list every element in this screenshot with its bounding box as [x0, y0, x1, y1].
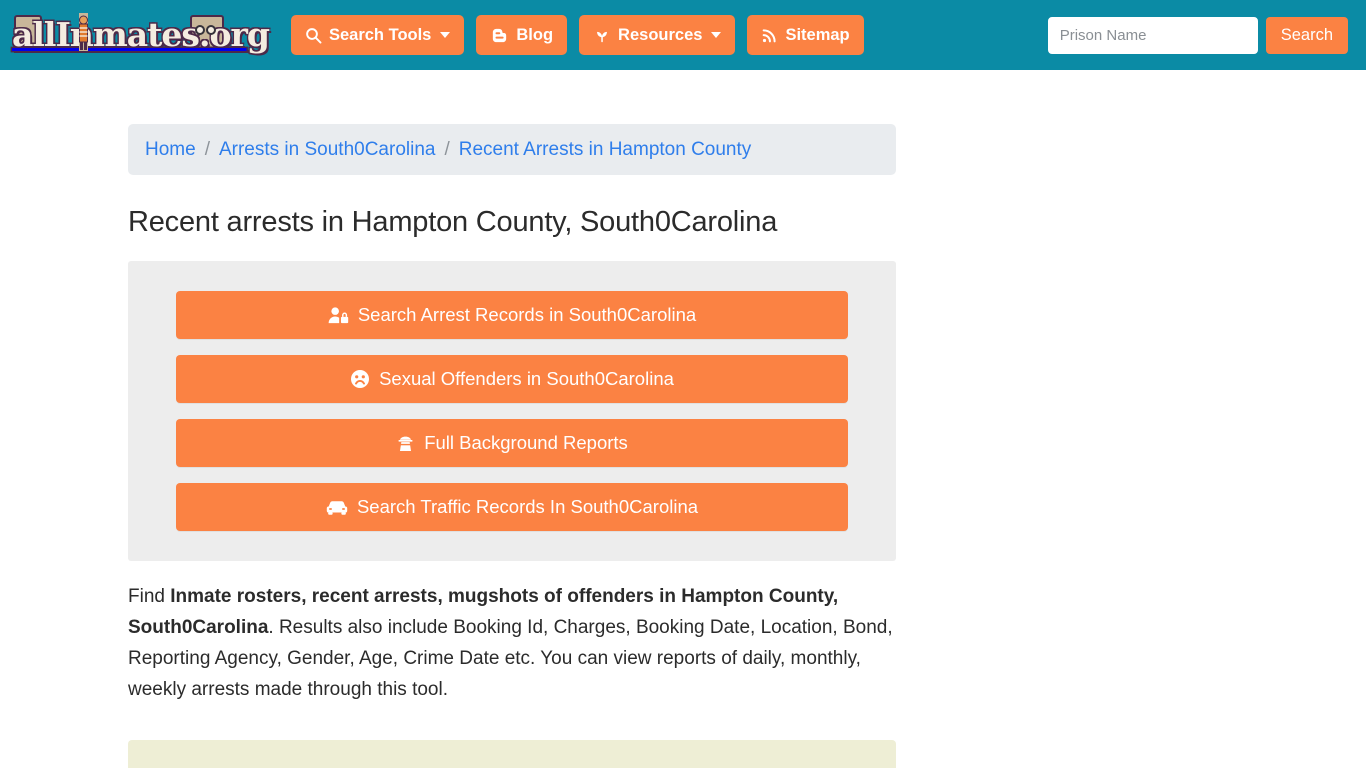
nav-sitemap-label: Sitemap — [785, 25, 850, 44]
rss-icon — [761, 27, 778, 44]
cta-label: Full Background Reports — [424, 432, 628, 453]
breadcrumb-item-home[interactable]: Home — [145, 139, 196, 161]
logo-graphic: allInmates.org — [12, 13, 270, 56]
section-heading: Search Arrest Records of Hampton County,… — [146, 762, 706, 768]
search-records-section: Search Arrest Records of Hampton County,… — [128, 740, 896, 768]
cta-label: Search Arrest Records in South0Carolina — [357, 304, 697, 325]
page-body: Home / Arrests in South0Carolina / Recen… — [0, 70, 1366, 768]
nav-resources[interactable]: Resources — [579, 15, 736, 55]
prisoner-icon — [79, 13, 88, 51]
nav-sitemap[interactable]: Sitemap — [747, 15, 864, 55]
chevron-down-icon — [440, 32, 451, 38]
car-icon — [326, 499, 348, 516]
cta-label: Search Traffic Records In South0Carolina — [356, 496, 699, 517]
breadcrumb: Home / Arrests in South0Carolina / Recen… — [128, 124, 896, 175]
frown-face-icon — [350, 369, 370, 389]
blogger-icon — [490, 26, 509, 45]
breadcrumb-item-state[interactable]: Arrests in South0Carolina — [219, 139, 436, 161]
cta-full-background-reports[interactable]: Full Background Reports — [176, 419, 848, 467]
nav-blog[interactable]: Blog — [476, 15, 568, 55]
intro-lead: Find — [128, 586, 171, 607]
cta-label: Sexual Offenders in South0Carolina — [379, 368, 674, 389]
intro-paragraph: Find Inmate rosters, recent arrests, mug… — [128, 581, 896, 705]
nav-blog-label: Blog — [516, 25, 554, 44]
glasses-icon — [195, 25, 216, 35]
search-input[interactable] — [1047, 17, 1258, 54]
nav-search-tools[interactable]: Search Tools — [290, 15, 465, 55]
search-icon — [305, 27, 322, 44]
cta-search-traffic-records[interactable]: Search Traffic Records In South0Carolina — [176, 483, 848, 531]
seedling-icon — [593, 26, 611, 44]
breadcrumb-separator: / — [204, 138, 210, 160]
nav-resources-label: Resources — [618, 25, 703, 44]
header-search: Search — [1047, 17, 1348, 54]
site-logo[interactable]: allInmates.org — [12, 13, 270, 57]
search-button[interactable]: Search — [1265, 17, 1348, 54]
user-secret-icon — [396, 434, 415, 453]
cta-panel: Search Arrest Records in South0Carolina … — [128, 261, 896, 561]
nav-search-tools-label: Search Tools — [328, 25, 432, 44]
content-column: Home / Arrests in South0Carolina / Recen… — [128, 124, 896, 768]
user-lock-icon — [328, 306, 349, 325]
logo-text: allInmates.org — [12, 15, 270, 54]
breadcrumb-item-county[interactable]: Recent Arrests in Hampton County — [459, 139, 752, 161]
cta-sexual-offenders[interactable]: Sexual Offenders in South0Carolina — [176, 355, 848, 403]
breadcrumb-separator: / — [444, 138, 450, 160]
cta-search-arrest-records[interactable]: Search Arrest Records in South0Carolina — [176, 291, 848, 339]
site-header: allInmates.org Search Tools Blog Resourc… — [0, 0, 1366, 70]
chevron-down-icon — [711, 32, 722, 38]
page-title: Recent arrests in Hampton County, South0… — [128, 206, 778, 238]
